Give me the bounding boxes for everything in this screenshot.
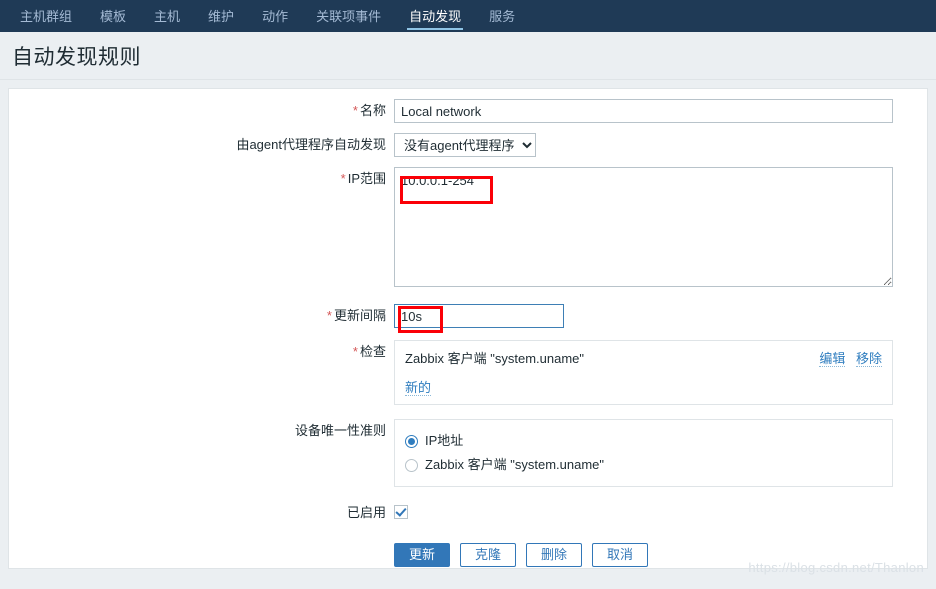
- required-asterisk-name: *: [352, 103, 358, 118]
- label-ip-range: * IP范围: [340, 171, 386, 186]
- required-asterisk-ip-range: *: [340, 171, 346, 186]
- form-row-update-interval: * 更新间隔: [9, 304, 927, 328]
- uniqueness-option-ip-label: IP地址: [425, 433, 464, 448]
- page-header: 自动发现规则: [0, 32, 936, 80]
- cancel-button[interactable]: 取消: [592, 543, 648, 567]
- radio-ip-address-icon[interactable]: [405, 434, 418, 448]
- check-remove-link[interactable]: 移除: [855, 351, 882, 367]
- label-name: * 名称: [352, 103, 386, 118]
- check-new-link[interactable]: 新的: [405, 380, 432, 396]
- nav-item-actions[interactable]: 动作: [248, 10, 302, 32]
- check-new-wrap: 新的: [405, 377, 882, 396]
- field-update-interval: [394, 304, 927, 328]
- uniqueness-option-ip[interactable]: IP地址: [405, 430, 882, 452]
- form-row-proxy: 由agent代理程序自动发现 没有agent代理程序: [9, 133, 927, 157]
- check-edit-link[interactable]: 编辑: [819, 351, 846, 367]
- form-row-ip-range: * IP范围 10.0.0.1-254: [9, 167, 927, 290]
- label-checks: * 检查: [352, 344, 386, 359]
- discovery-rule-form-card: *名称 由agent代理程序自动发现 没有agent代理程序 *IP范围 10.…: [8, 88, 928, 569]
- nav-item-maintenance[interactable]: 维护: [194, 10, 248, 32]
- main-navigation: 主机群组 模板 主机 维护 动作 关联项事件 自动发现 服务: [0, 0, 936, 32]
- page-title: 自动发现规则: [12, 45, 141, 69]
- checks-panel: Zabbix 客户端 "system.uname" 编辑 移除 新的: [394, 340, 893, 405]
- label-uniqueness: 设备唯一性准则: [294, 423, 386, 438]
- uniqueness-panel: IP地址 Zabbix 客户端 "system.uname": [394, 419, 893, 487]
- form-row-checks: * 检查 Zabbix 客户端 "system.uname" 编辑 移除 新的: [9, 340, 927, 405]
- form-row-enabled: 已启用: [9, 501, 927, 525]
- watermark-text: https://blog.csdn.net/Thanlon: [748, 560, 924, 575]
- ip-range-textarea[interactable]: 10.0.0.1-254: [394, 167, 893, 287]
- proxy-select[interactable]: 没有agent代理程序: [394, 133, 536, 157]
- field-proxy: 没有agent代理程序: [394, 133, 927, 157]
- clone-button[interactable]: 克隆: [460, 543, 516, 567]
- nav-item-templates[interactable]: 模板: [86, 10, 140, 32]
- label-update-interval: * 更新间隔: [326, 308, 386, 323]
- required-asterisk-checks: *: [352, 344, 358, 359]
- update-button[interactable]: 更新: [394, 543, 450, 567]
- field-checks: Zabbix 客户端 "system.uname" 编辑 移除 新的: [394, 340, 927, 405]
- field-uniqueness: IP地址 Zabbix 客户端 "system.uname": [394, 419, 927, 487]
- field-ip-range: 10.0.0.1-254: [394, 167, 927, 290]
- radio-zabbix-agent-icon[interactable]: [405, 458, 418, 472]
- required-asterisk-update-interval: *: [326, 308, 332, 323]
- uniqueness-option-agent-label: Zabbix 客户端 "system.uname": [425, 457, 605, 472]
- nav-item-discovery[interactable]: 自动发现: [395, 10, 475, 32]
- nav-item-hosts[interactable]: 主机: [140, 10, 194, 32]
- delete-button[interactable]: 删除: [526, 543, 582, 567]
- enabled-checkbox[interactable]: [394, 505, 408, 519]
- field-enabled: [394, 501, 927, 522]
- form-row-name: * 名称: [9, 99, 927, 123]
- label-proxy: 由agent代理程序自动发现: [236, 137, 386, 152]
- check-item-name: Zabbix 客户端 "system.uname": [405, 351, 585, 366]
- field-name: [394, 99, 927, 123]
- nav-item-host-groups[interactable]: 主机群组: [6, 10, 86, 32]
- check-list-item: Zabbix 客户端 "system.uname" 编辑 移除: [405, 349, 882, 369]
- form-row-uniqueness: 设备唯一性准则 IP地址 Zabbix 客户端 "system.uname": [9, 419, 927, 487]
- name-input[interactable]: [394, 99, 893, 123]
- nav-item-event-correlation[interactable]: 关联项事件: [302, 10, 395, 32]
- nav-item-services[interactable]: 服务: [475, 10, 529, 32]
- label-enabled: 已启用: [346, 505, 386, 520]
- uniqueness-option-agent[interactable]: Zabbix 客户端 "system.uname": [405, 454, 882, 476]
- update-interval-input[interactable]: [394, 304, 564, 328]
- check-item-actions: 编辑 移除: [819, 349, 882, 369]
